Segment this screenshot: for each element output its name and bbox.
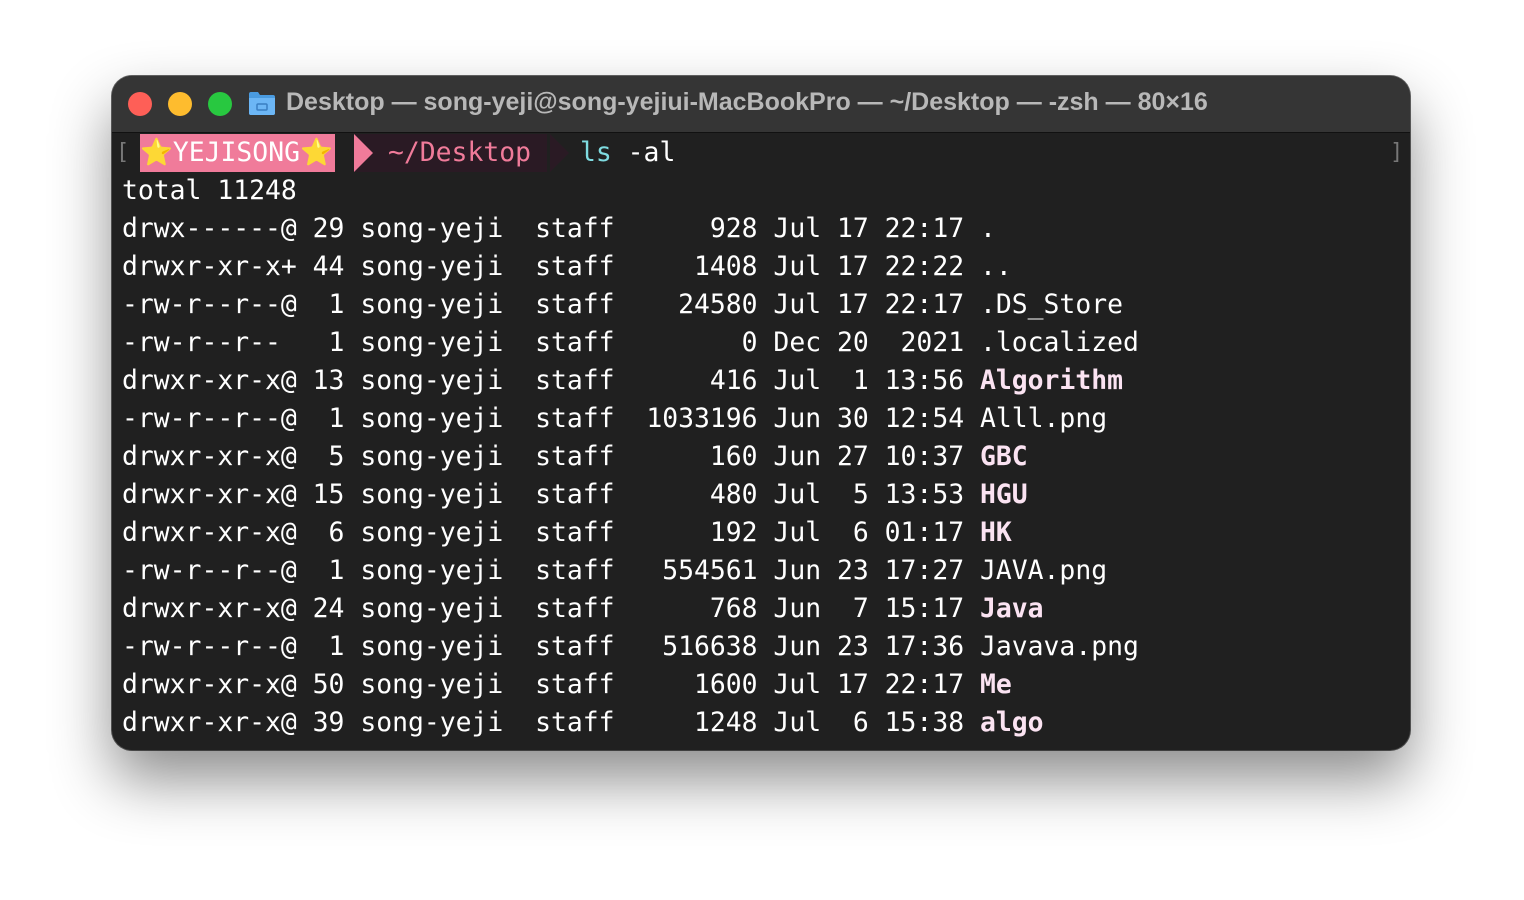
file-meta: -rw-r--r--@ 1 song-yeji staff 516638 Jun…: [122, 631, 980, 662]
close-button[interactable]: [128, 92, 152, 116]
file-name: ..: [979, 251, 1012, 282]
prompt-open-bracket: [: [116, 140, 130, 165]
listing-row: drwxr-xr-x@ 13 song-yeji staff 416 Jul 1…: [122, 362, 1398, 400]
file-name: Javava.png: [979, 631, 1139, 662]
listing-row: -rw-r--r--@ 1 song-yeji staff 516638 Jun…: [122, 628, 1398, 666]
file-meta: -rw-r--r-- 1 song-yeji staff 0 Dec 20 20…: [122, 327, 980, 358]
total-line: total 11248: [122, 175, 297, 206]
listing-row: drwx------@ 29 song-yeji staff 928 Jul 1…: [122, 210, 1398, 248]
zoom-button[interactable]: [208, 92, 232, 116]
file-name: Alll.png: [979, 403, 1108, 434]
file-meta: drwxr-xr-x+ 44 song-yeji staff 1408 Jul …: [122, 251, 980, 282]
directory-name: GBC: [979, 441, 1028, 472]
terminal-content[interactable]: [ ⭐YEJISONG⭐ ~/Desktop ls -al ] total 11…: [116, 134, 1403, 742]
directory-name: HGU: [979, 479, 1028, 510]
file-meta: -rw-r--r--@ 1 song-yeji staff 24580 Jul …: [122, 289, 980, 320]
folder-icon: [249, 92, 275, 115]
file-meta: drwxr-xr-x@ 24 song-yeji staff 768 Jun 7…: [122, 593, 980, 624]
listing-row: drwxr-xr-x@ 5 song-yeji staff 160 Jun 27…: [122, 438, 1398, 476]
listing: drwx------@ 29 song-yeji staff 928 Jul 1…: [122, 210, 1398, 742]
file-name: JAVA.png: [979, 555, 1108, 586]
directory-name: Algorithm: [979, 365, 1123, 396]
listing-row: drwxr-xr-x@ 50 song-yeji staff 1600 Jul …: [122, 666, 1398, 704]
terminal-window[interactable]: Desktop — song-yeji@song-yejiui-MacBookP…: [112, 76, 1410, 750]
directory-name: Me: [979, 669, 1012, 700]
prompt-separator-arrow: [550, 134, 569, 172]
command-name: ls: [580, 137, 612, 168]
listing-row: -rw-r--r-- 1 song-yeji staff 0 Dec 20 20…: [122, 324, 1398, 362]
directory-name: HK: [979, 517, 1012, 548]
minimize-button[interactable]: [168, 92, 192, 116]
file-meta: drwxr-xr-x@ 39 song-yeji staff 1248 Jul …: [122, 707, 980, 738]
window-title: Desktop — song-yeji@song-yejiui-MacBookP…: [286, 88, 1208, 116]
command-text: ls -al: [580, 134, 675, 172]
directory-name: Java: [979, 593, 1044, 624]
prompt-user-segment: ⭐YEJISONG⭐: [140, 134, 335, 172]
prompt-close-bracket: ]: [1390, 140, 1404, 165]
listing-row: drwxr-xr-x@ 6 song-yeji staff 192 Jul 6 …: [122, 514, 1398, 552]
listing-row: drwxr-xr-x@ 24 song-yeji staff 768 Jun 7…: [122, 590, 1398, 628]
file-name: .: [979, 213, 996, 244]
listing-row: -rw-r--r--@ 1 song-yeji staff 24580 Jul …: [122, 286, 1398, 324]
listing-row: drwxr-xr-x+ 44 song-yeji staff 1408 Jul …: [122, 248, 1398, 286]
listing-row: -rw-r--r--@ 1 song-yeji staff 1033196 Ju…: [122, 400, 1398, 438]
directory-name: algo: [979, 707, 1044, 738]
file-meta: drwx------@ 29 song-yeji staff 928 Jul 1…: [122, 213, 980, 244]
file-meta: -rw-r--r--@ 1 song-yeji staff 554561 Jun…: [122, 555, 980, 586]
file-name: .localized: [979, 327, 1139, 358]
command-args: -al: [611, 137, 676, 168]
file-meta: drwxr-xr-x@ 6 song-yeji staff 192 Jul 6 …: [122, 517, 980, 548]
prompt-separator-arrow: [354, 134, 373, 172]
file-meta: drwxr-xr-x@ 5 song-yeji staff 160 Jun 27…: [122, 441, 980, 472]
prompt-line: [ ⭐YEJISONG⭐ ~/Desktop ls -al ]: [116, 134, 1403, 172]
listing-row: -rw-r--r--@ 1 song-yeji staff 554561 Jun…: [122, 552, 1398, 590]
prompt-dir-segment: ~/Desktop: [354, 134, 547, 172]
file-meta: drwxr-xr-x@ 13 song-yeji staff 416 Jul 1…: [122, 365, 980, 396]
listing-row: drwxr-xr-x@ 15 song-yeji staff 480 Jul 5…: [122, 476, 1398, 514]
listing-row: drwxr-xr-x@ 39 song-yeji staff 1248 Jul …: [122, 704, 1398, 742]
file-meta: drwxr-xr-x@ 15 song-yeji staff 480 Jul 5…: [122, 479, 980, 510]
file-meta: drwxr-xr-x@ 50 song-yeji staff 1600 Jul …: [122, 669, 980, 700]
file-name: .DS_Store: [979, 289, 1123, 320]
file-meta: -rw-r--r--@ 1 song-yeji staff 1033196 Ju…: [122, 403, 980, 434]
title-bar[interactable]: Desktop — song-yeji@song-yejiui-MacBookP…: [112, 76, 1410, 133]
